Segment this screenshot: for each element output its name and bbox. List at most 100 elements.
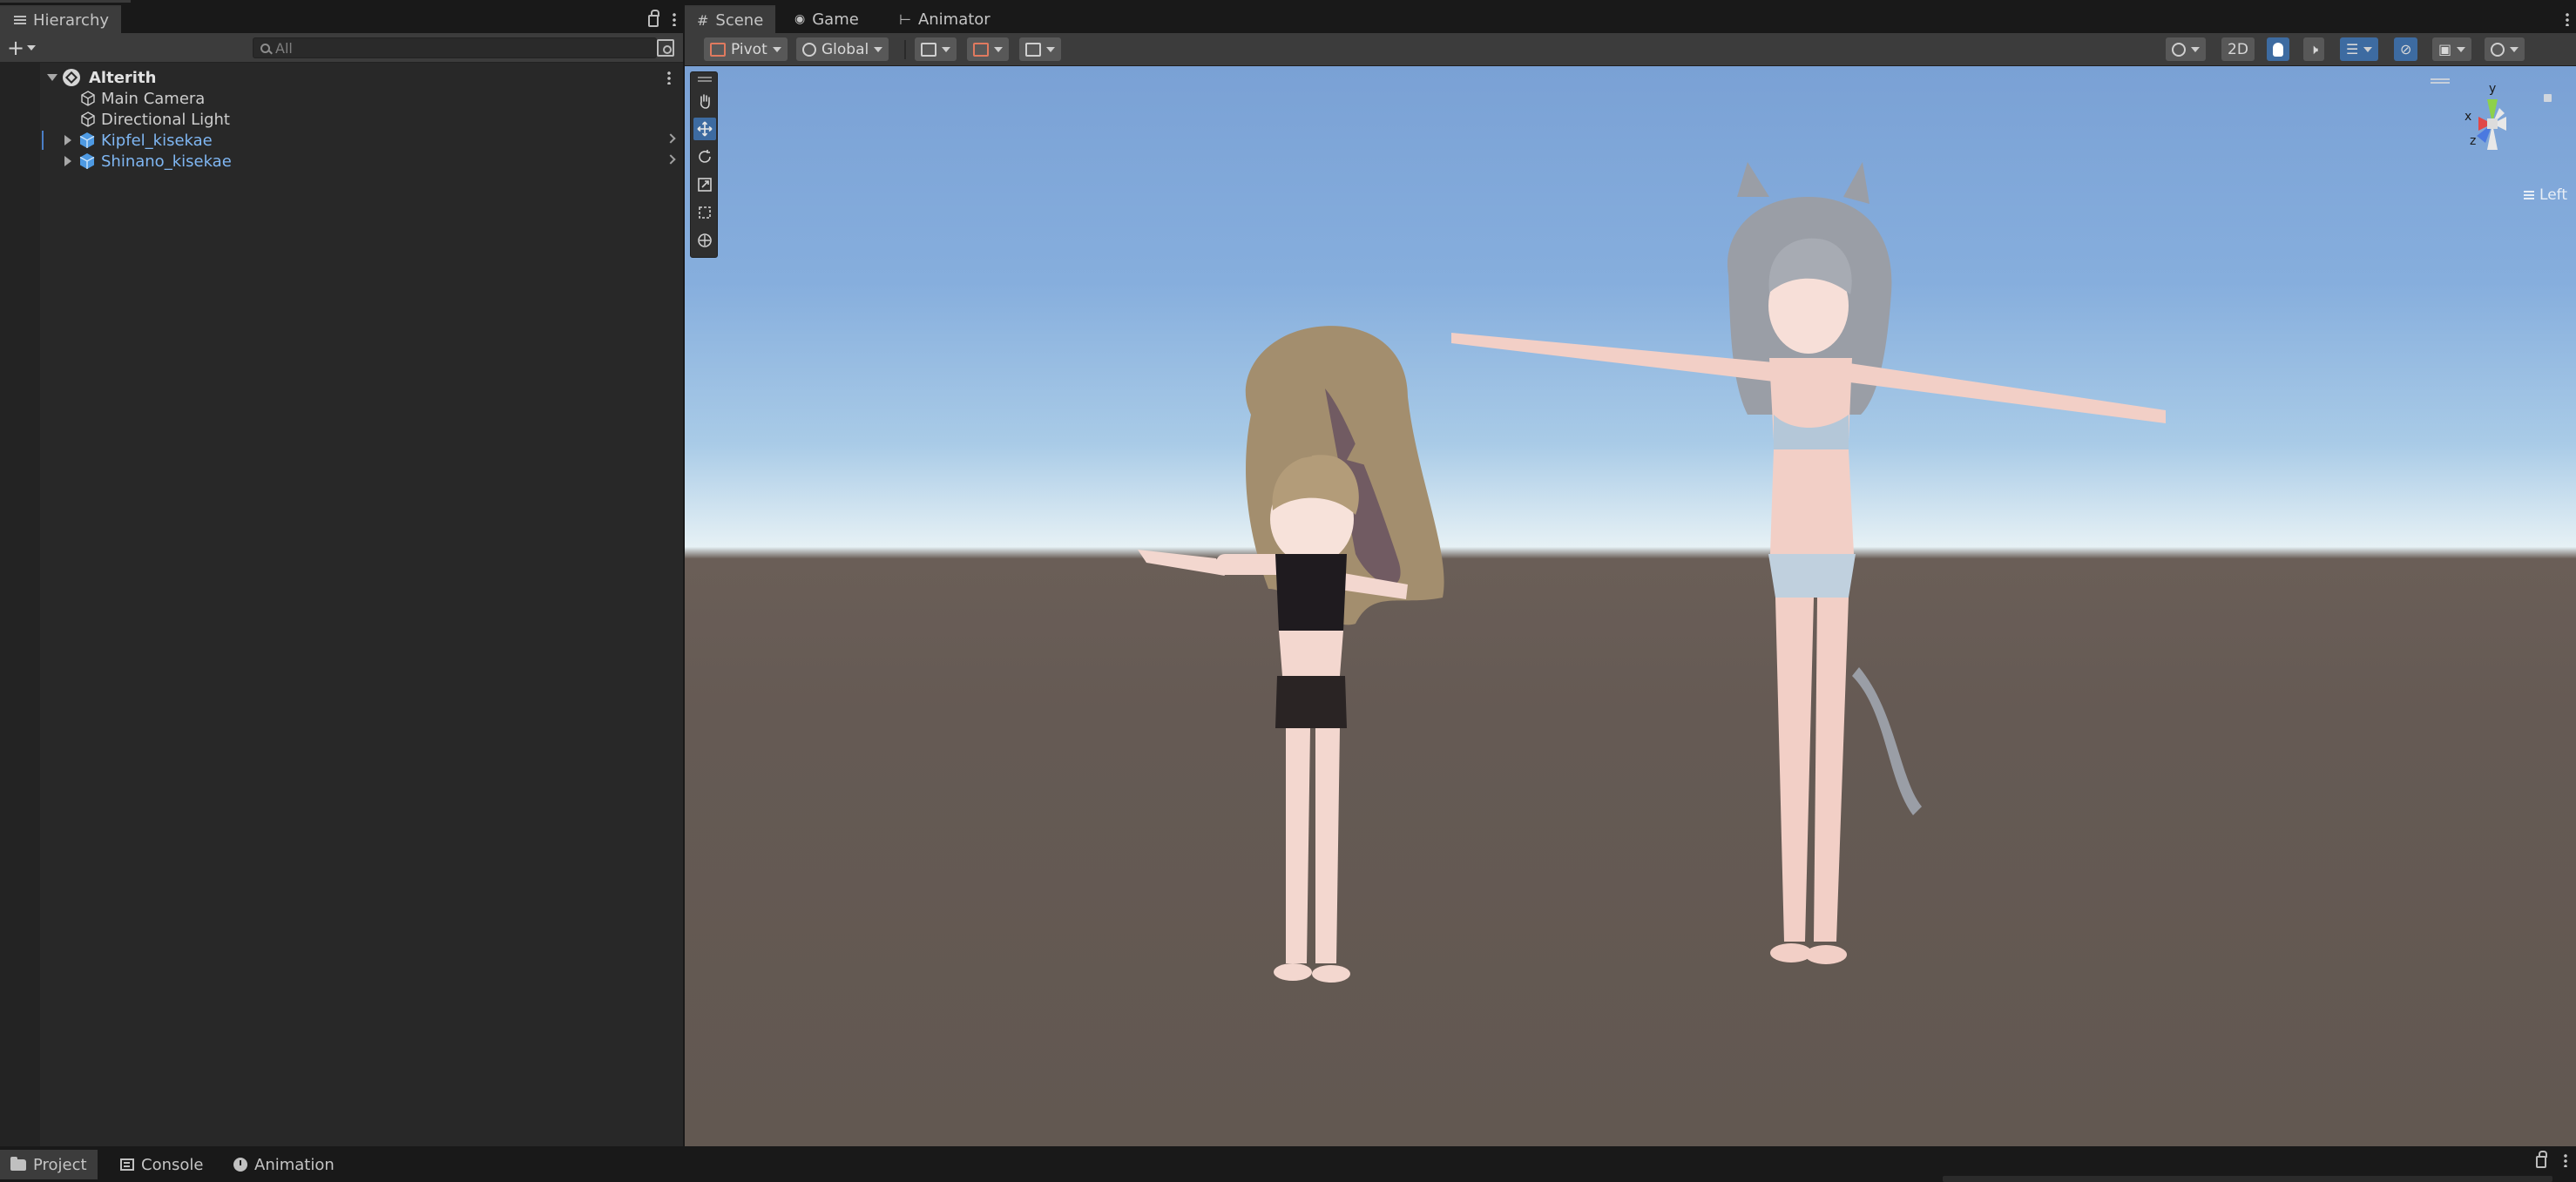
console-icon [120,1158,134,1171]
gizmo-axis-x-label: x [2464,110,2472,124]
tree-item-label: Shinano_kisekae [101,152,232,171]
hierarchy-search-input[interactable] [275,39,641,57]
pivot-toggle[interactable]: Pivot [704,37,788,61]
scene-menu-kebab-icon[interactable] [667,71,671,84]
gameobject-cube-icon [80,91,96,106]
character-kipfel[interactable] [1138,326,1444,983]
tab-project[interactable]: Project [0,1150,98,1179]
tree-item-shinano-kisekae[interactable]: Shinano_kisekae [0,151,683,172]
axis-gizmo-icon [2477,99,2506,150]
prefab-cube-icon [78,152,96,170]
grid-snap-icon [921,42,936,57]
caret-down-icon [2191,46,2200,52]
transform-tool[interactable] [693,229,716,252]
scene-panel: # Scene ◉ Game ⊢ Animator Pivot Global 2… [685,5,2576,1146]
plus-icon: + [7,36,25,60]
tree-item-label: Main Camera [101,89,206,108]
tree-item-label: Kipfel_kisekae [101,131,213,150]
scale-icon [698,178,712,192]
scene-visibility-toggle[interactable]: ⊘ [2394,37,2418,61]
speaker-icon: 🕨 [2309,40,2319,57]
scene-viewport[interactable]: y x z Left [685,66,2576,1146]
scene-tabbar: # Scene ◉ Game ⊢ Animator [685,5,2576,33]
animator-icon: ⊢ [899,10,911,28]
scene-characters[interactable] [685,66,2576,1146]
audio-toggle[interactable]: 🕨 [2303,37,2325,61]
tree-item-label: Directional Light [101,110,230,129]
rect-tool[interactable] [693,201,716,224]
hierarchy-search-field[interactable] [253,37,657,58]
global-toggle[interactable]: Global [796,37,889,61]
kebab-menu-icon[interactable] [673,12,676,26]
scene-root-row[interactable]: Alterith [0,67,683,88]
grid-snap-button[interactable] [915,37,957,61]
folder-icon [10,1156,26,1171]
tab-hierarchy-label: Hierarchy [33,10,110,30]
align-button[interactable] [1019,37,1061,61]
gizmo-lock-icon[interactable] [2544,94,2552,102]
tab-game-label: Game [812,10,859,29]
tool-palette [690,71,718,258]
globe-icon [802,42,816,57]
create-button[interactable]: + [7,36,37,60]
tab-animator-label: Animator [917,10,991,29]
kebab-menu-icon[interactable] [2564,1153,2567,1167]
global-label: Global [821,40,869,58]
palette-grip[interactable] [698,77,712,78]
tree-item-kipfel-kisekae[interactable]: Kipfel_kisekae [0,130,683,151]
prefab-cube-icon [78,132,96,149]
lighting-toggle[interactable] [2267,37,2289,61]
camera-settings-button[interactable]: ▣ [2432,37,2472,61]
view-mode-label: Left [2539,186,2567,204]
view-mode-toggle[interactable]: Left [2524,186,2567,204]
gizmo-axis-y-label: y [2489,82,2497,96]
tab-scene[interactable]: # Scene [685,5,776,33]
gizmos-button[interactable] [2485,37,2525,61]
project-toolbar-strip [1943,1176,2552,1182]
tab-animation[interactable]: Animation [223,1150,345,1179]
caret-down-icon [2363,46,2373,52]
chevron-right-icon[interactable] [666,133,676,144]
lock-icon[interactable] [648,10,659,27]
rotate-tool[interactable] [693,145,716,168]
shading-mode-icon [2172,42,2186,57]
scene-visibility-icon[interactable] [657,39,674,57]
draw-mode-button[interactable] [2166,37,2206,61]
rotate-icon [699,150,711,163]
tab-scene-label: Scene [715,10,764,30]
lock-icon[interactable] [2536,1151,2547,1168]
chevron-right-icon[interactable] [666,154,676,165]
character-shinano[interactable] [1451,162,2166,964]
search-icon [260,43,270,53]
caret-down-icon [994,46,1003,52]
overlay-menu-icon[interactable] [2431,78,2450,80]
orientation-gizmo[interactable]: y x z [2442,82,2555,186]
scene-toolbar: Pivot Global 2D 🕨 ☰ ⊘ ▣ [685,33,2576,66]
hierarchy-tabbar: Hierarchy [0,5,683,33]
hand-tool[interactable] [693,90,716,112]
tree-item-directional-light[interactable]: Directional Light [0,109,683,130]
tree-item-main-camera[interactable]: Main Camera [0,88,683,109]
expand-arrow-icon[interactable] [64,156,71,166]
tab-game[interactable]: ◉ Game [782,5,871,33]
expand-arrow-icon[interactable] [47,74,57,81]
clock-icon [233,1158,247,1172]
move-tool[interactable] [693,118,716,140]
top-highlight [0,0,131,3]
view-mode-icon [2524,194,2535,196]
caret-down-icon [874,46,883,52]
list-icon [12,14,26,26]
tab-animator[interactable]: ⊢ Animator [887,5,1003,33]
kebab-menu-icon[interactable] [2566,12,2569,26]
move-icon [697,121,713,137]
expand-arrow-icon[interactable] [64,135,71,145]
tab-hierarchy[interactable]: Hierarchy [0,5,122,33]
tab-console[interactable]: Console [110,1150,213,1179]
toggle-2d-label: 2D [2228,40,2248,58]
increment-snap-button[interactable] [967,37,1009,61]
tab-console-label: Console [141,1155,204,1174]
scale-tool[interactable] [693,173,716,196]
gameobject-cube-icon [80,111,96,127]
effects-toggle[interactable]: ☰ [2340,37,2379,61]
toggle-2d-button[interactable]: 2D [2221,37,2255,61]
